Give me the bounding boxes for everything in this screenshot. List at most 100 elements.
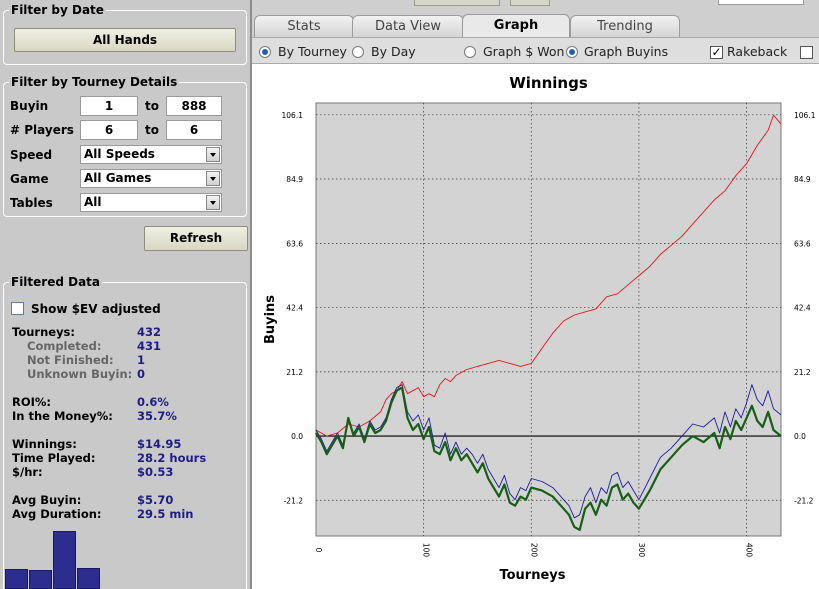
y-tick-label: -21.2 <box>284 496 304 505</box>
players-to-input[interactable]: 6 <box>166 120 222 140</box>
stat-label: ROI%: <box>12 395 52 409</box>
stat-value: 1 <box>137 353 146 367</box>
stat-label: Tourneys: <box>12 325 76 339</box>
stat-label: Avg Buyin: <box>12 493 82 507</box>
histogram-bar <box>29 570 52 589</box>
buyin-to-label: to <box>145 99 159 113</box>
plot-area <box>315 102 782 537</box>
graph-options-bar: By Tourney By Day Graph $ Won Graph Buyi… <box>252 37 819 64</box>
by-tourney-radio[interactable] <box>259 46 271 58</box>
y-tick-label-right: 0.0 <box>794 432 806 441</box>
y-tick-label: 21.2 <box>286 368 303 377</box>
chevron-down-icon[interactable] <box>206 147 220 162</box>
refresh-button[interactable]: Refresh <box>144 226 248 251</box>
by-day-label: By Day <box>371 44 416 59</box>
graph-won-label: Graph $ Won <box>483 44 565 59</box>
show-ev-label: Show $EV adjusted <box>31 302 161 316</box>
stat-label: Unknown Buyin: <box>27 367 133 381</box>
chevron-down-icon[interactable] <box>206 195 220 210</box>
x-tick-label: 300 <box>637 543 646 558</box>
histogram-bar <box>5 569 28 589</box>
stat-value: 35.7% <box>137 409 177 423</box>
y-tick-label-right: 106.1 <box>794 111 816 120</box>
players-from-input[interactable]: 6 <box>80 120 138 140</box>
by-day-radio[interactable] <box>352 46 364 58</box>
filter-by-tourney-group: Filter by Tourney Details Buyin 1 to 888… <box>3 75 247 217</box>
stat-value: $5.70 <box>137 493 174 507</box>
stat-label: $/hr: <box>12 465 43 479</box>
y-tick-label: 42.4 <box>286 304 303 313</box>
y-tick-label-right: 21.2 <box>794 368 811 377</box>
stat-value: $0.53 <box>137 465 174 479</box>
chart-title: Winnings <box>509 74 588 92</box>
speed-select[interactable]: All Speeds <box>80 145 222 164</box>
graph-buyins-radio[interactable] <box>566 46 578 58</box>
y-tick-label-right: 84.9 <box>794 175 811 184</box>
filter-by-tourney-title: Filter by Tourney Details <box>9 75 180 89</box>
x-axis-label: Tourneys <box>499 568 565 583</box>
tables-select-value: All <box>84 195 102 209</box>
extra-checkbox[interactable] <box>800 46 813 59</box>
buyin-to-input[interactable]: 888 <box>166 96 222 116</box>
graph-buyins-label: Graph Buyins <box>584 44 669 59</box>
y-tick-label: 63.6 <box>286 239 303 248</box>
y-tick-label-right: 63.6 <box>794 239 811 248</box>
rakeback-label: Rakeback <box>727 44 788 59</box>
tables-select[interactable]: All <box>80 193 222 212</box>
winnings-chart: -21.2 -21.2 0.0 0.0 21.2 21.2 42.4 42.4 63.6 63.6… <box>252 65 819 589</box>
histogram-bar <box>77 568 100 589</box>
buyin-label: Buyin <box>10 99 49 113</box>
speed-select-value: All Speeds <box>84 147 155 161</box>
chevron-down-icon[interactable] <box>206 171 220 186</box>
game-select-value: All Games <box>84 171 152 185</box>
game-label: Game <box>10 172 49 186</box>
tab-data-view[interactable]: Data View <box>352 15 464 37</box>
x-tick-label: 0 <box>314 548 323 553</box>
left-panel: Filter by Date All Hands Filter by Tourn… <box>0 0 251 589</box>
game-select[interactable]: All Games <box>80 169 222 188</box>
all-hands-button[interactable]: All Hands <box>14 28 236 52</box>
stat-value: $14.95 <box>137 437 182 451</box>
right-panel: Stats Data View Graph Trending By Tourne… <box>252 0 819 589</box>
rakeback-checkbox[interactable]: ✓ <box>710 46 723 59</box>
histogram-bar <box>53 531 76 589</box>
buyin-from-input[interactable]: 1 <box>80 96 138 116</box>
stat-value: 28.2 hours <box>137 451 207 465</box>
tab-graph[interactable]: Graph <box>462 14 570 37</box>
stat-value: 29.5 min <box>137 507 194 521</box>
stat-label: In the Money%: <box>12 409 113 423</box>
y-tick-label: 0.0 <box>291 432 303 441</box>
top-toolbar-button[interactable] <box>414 0 500 6</box>
filter-by-date-title: Filter by Date <box>9 3 106 17</box>
top-toolbar-button[interactable] <box>510 0 550 6</box>
y-tick-label-right: -21.2 <box>794 496 814 505</box>
tables-label: Tables <box>10 196 53 210</box>
tab-stats[interactable]: Stats <box>254 15 354 37</box>
stat-value: 0.6% <box>137 395 169 409</box>
y-tick-label-right: 42.4 <box>794 304 811 313</box>
stat-label: Not Finished: <box>27 353 114 367</box>
stat-value: 0 <box>137 367 146 381</box>
by-tourney-label: By Tourney <box>278 44 347 59</box>
players-to-label: to <box>145 123 159 137</box>
graph-won-radio[interactable] <box>464 46 476 58</box>
speed-label: Speed <box>10 148 53 162</box>
stat-label: Avg Duration: <box>12 507 102 521</box>
tab-trending[interactable]: Trending <box>570 15 680 37</box>
x-tick-label: 400 <box>745 543 754 558</box>
show-ev-checkbox[interactable] <box>11 302 24 315</box>
players-label: # Players <box>10 123 74 137</box>
top-combo[interactable] <box>718 0 804 5</box>
stat-value: 432 <box>137 325 162 339</box>
stat-label: Completed: <box>27 339 102 353</box>
filtered-data-title: Filtered Data <box>9 275 103 289</box>
filter-by-date-group: Filter by Date All Hands <box>3 3 247 65</box>
stat-label: Winnings: <box>12 437 77 451</box>
y-axis-label: Buyins <box>263 295 278 344</box>
x-tick-label: 100 <box>422 543 431 558</box>
stat-value: 431 <box>137 339 162 353</box>
x-tick-label: 200 <box>529 543 538 558</box>
y-tick-label: 84.9 <box>286 175 303 184</box>
y-tick-label: 106.1 <box>282 111 304 120</box>
stat-label: Time Played: <box>12 451 96 465</box>
